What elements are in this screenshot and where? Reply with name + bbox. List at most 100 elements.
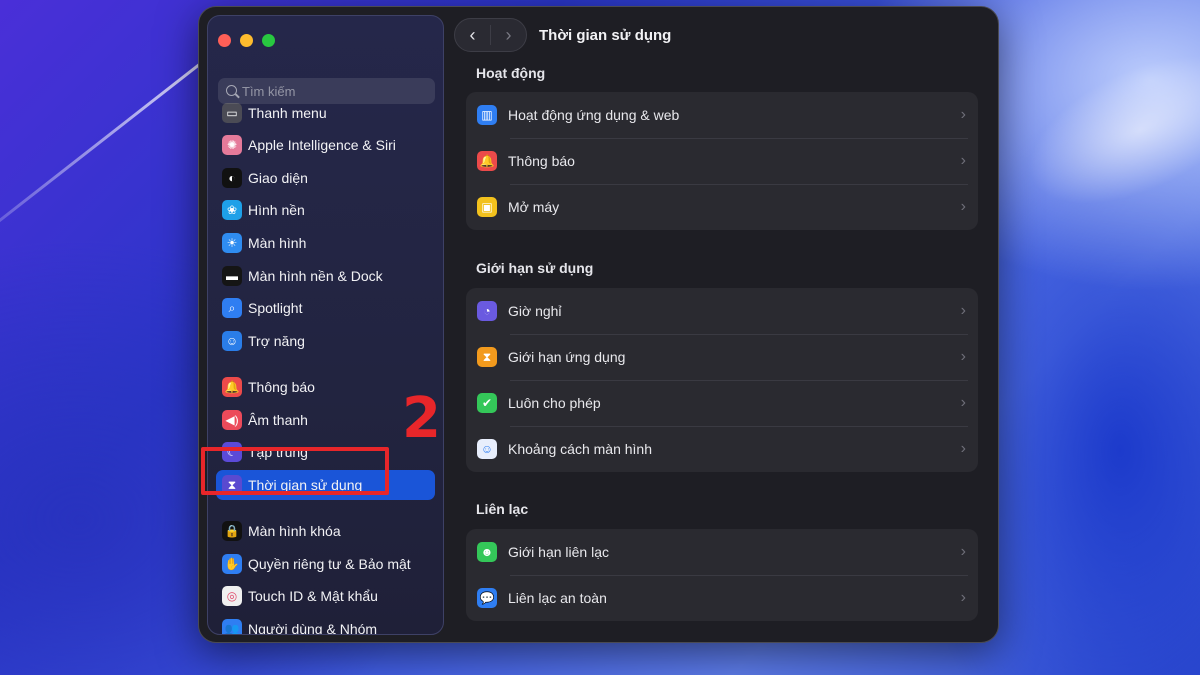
sidebar-item[interactable]: ◎ Touch ID & Mật khẩu: [216, 581, 435, 611]
zoom-button[interactable]: [262, 34, 275, 47]
sidebar-item-label: Người dùng & Nhóm: [248, 621, 378, 635]
settings-row-label: Giờ nghỉ: [508, 303, 562, 319]
forward-button[interactable]: ›: [491, 19, 526, 51]
chevron-right-icon: ›: [960, 394, 966, 411]
settings-row[interactable]: ◔ Giờ nghỉ ›: [466, 288, 978, 334]
chevron-right-icon: ›: [960, 348, 966, 365]
menubar-icon: ▭: [222, 103, 242, 123]
settings-group: ◔ Giờ nghỉ › ⧗ Giới hạn ứng dụng › ✔ Luôn cho p…: [466, 288, 978, 472]
settings-row-label: Giới hạn ứng dụng: [508, 349, 626, 365]
spotlight-icon: ⌕: [222, 298, 242, 318]
desktop-dock-icon: ▬: [222, 266, 242, 286]
settings-row[interactable]: ▥ Hoạt động ứng dụng & web ›: [466, 92, 978, 138]
sidebar-item[interactable]: ✺ Apple Intelligence & Siri: [216, 130, 435, 160]
chevron-right-icon: ›: [960, 543, 966, 560]
focus-icon: ☾: [222, 442, 242, 462]
annotation-step-number: 2: [402, 386, 441, 451]
section-title: Giới hạn sử dụng: [476, 260, 594, 276]
sidebar-item[interactable]: ◐ Giao diện: [216, 163, 435, 193]
close-button[interactable]: [218, 34, 231, 47]
wallpaper-light-streak: [0, 47, 221, 253]
settings-row-label: Liên lạc an toàn: [508, 590, 607, 606]
apple-intelligence-icon: ✺: [222, 135, 242, 155]
sound-icon: ◀): [222, 410, 242, 430]
settings-row-label: Luôn cho phép: [508, 395, 601, 411]
screen-distance-icon: ☺: [477, 439, 497, 459]
downtime-icon: ◔: [477, 301, 497, 321]
pickups-icon: ▣: [477, 197, 497, 217]
settings-row[interactable]: ☺ Khoảng cách màn hình ›: [466, 426, 978, 472]
sidebar-item-label: Màn hình nền & Dock: [248, 268, 383, 284]
wallpaper-icon: ❀: [222, 200, 242, 220]
search-input[interactable]: Tìm kiếm: [218, 78, 435, 104]
settings-row-label: Khoảng cách màn hình: [508, 441, 652, 457]
display-icon: ☀: [222, 233, 242, 253]
sidebar-item[interactable]: ⧗ Thời gian sử dụng: [216, 470, 435, 500]
chevron-right-icon: ›: [960, 152, 966, 169]
chevron-right-icon: ›: [960, 302, 966, 319]
window-controls: [218, 34, 275, 47]
sidebar-item-label: Màn hình: [248, 235, 307, 251]
wallpaper-glow: [1005, 24, 1200, 236]
settings-row[interactable]: ✔ Luôn cho phép ›: [466, 380, 978, 426]
settings-row-label: Hoạt động ứng dụng & web: [508, 107, 680, 123]
settings-row[interactable]: ☻ Giới hạn liên lạc ›: [466, 529, 978, 575]
settings-row[interactable]: ▣ Mở máy ›: [466, 184, 978, 230]
sidebar-item-label: Tập trung: [248, 444, 308, 460]
nav-buttons: ‹ ›: [454, 18, 527, 52]
notification-bell-icon: 🔔: [477, 151, 497, 171]
chevron-right-icon: ›: [960, 198, 966, 215]
sidebar-item-label: Hình nền: [248, 202, 305, 218]
accessibility-icon: ☺: [222, 331, 242, 351]
chevron-right-icon: ›: [505, 24, 512, 45]
section-title: Hoạt động: [476, 65, 546, 81]
settings-row-label: Thông báo: [508, 153, 575, 169]
app-limits-icon: ⧗: [477, 347, 497, 367]
settings-row[interactable]: 🔔 Thông báo ›: [466, 138, 978, 184]
toolbar: ‹ › Thời gian sử dụng: [454, 18, 672, 52]
sidebar-item-label: Màn hình khóa: [248, 523, 341, 539]
sidebar-item-label: Spotlight: [248, 300, 303, 316]
app-activity-icon: ▥: [477, 105, 497, 125]
sidebar-item-label: Quyền riêng tư & Bảo mật: [248, 556, 411, 572]
sidebar-item[interactable]: ⌕ Spotlight: [216, 293, 435, 323]
sidebar-item-label: Thanh menu: [248, 105, 327, 121]
settings-row[interactable]: ⧗ Giới hạn ứng dụng ›: [466, 334, 978, 380]
users-groups-icon: 👥: [222, 619, 242, 634]
chevron-right-icon: ›: [960, 589, 966, 606]
touch-id-icon: ◎: [222, 586, 242, 606]
chevron-right-icon: ›: [960, 106, 966, 123]
screen-time-icon: ⧗: [222, 475, 242, 495]
sidebar-item-label: Touch ID & Mật khẩu: [248, 588, 378, 604]
settings-group: ☻ Giới hạn liên lạc › 💬 Liên lạc an toàn ›: [466, 529, 978, 621]
sidebar-item[interactable]: ▬ Màn hình nền & Dock: [216, 261, 435, 291]
back-button[interactable]: ‹: [455, 19, 490, 51]
always-allowed-icon: ✔: [477, 393, 497, 413]
sidebar-item-label: Giao diện: [248, 170, 308, 186]
page-title: Thời gian sử dụng: [539, 26, 672, 44]
sidebar-item[interactable]: ☺ Trợ năng: [216, 326, 435, 356]
sidebar-item-label: Thông báo: [248, 379, 315, 395]
privacy-hand-icon: ✋: [222, 554, 242, 574]
settings-row[interactable]: 💬 Liên lạc an toàn ›: [466, 575, 978, 621]
communication-limits-icon: ☻: [477, 542, 497, 562]
settings-row-label: Mở máy: [508, 199, 560, 215]
notifications-icon: 🔔: [222, 377, 242, 397]
settings-row-label: Giới hạn liên lạc: [508, 544, 610, 560]
sidebar-item[interactable]: ✋ Quyền riêng tư & Bảo mật: [216, 549, 435, 579]
sidebar-item-label: Âm thanh: [248, 412, 308, 428]
sidebar-item-label: Thời gian sử dụng: [248, 477, 363, 493]
sidebar-item[interactable]: ❀ Hình nền: [216, 195, 435, 225]
search-icon: [226, 84, 237, 96]
settings-window: Tìm kiếm ▭ Thanh menu ✺ Apple Intelligence …: [198, 6, 999, 643]
sidebar-item[interactable]: ☀ Màn hình: [216, 228, 435, 258]
sidebar-item[interactable]: 🔒 Màn hình khóa: [216, 516, 435, 546]
chevron-left-icon: ‹: [469, 24, 476, 45]
search-placeholder: Tìm kiếm: [242, 83, 296, 99]
appearance-icon: ◐: [222, 168, 242, 188]
section-title: Liên lạc: [476, 501, 529, 517]
minimize-button[interactable]: [240, 34, 253, 47]
sidebar-item[interactable]: 👥 Người dùng & Nhóm: [216, 614, 435, 635]
sidebar-item-label: Apple Intelligence & Siri: [248, 137, 396, 153]
sidebar: Tìm kiếm ▭ Thanh menu ✺ Apple Intelligence …: [207, 15, 444, 635]
